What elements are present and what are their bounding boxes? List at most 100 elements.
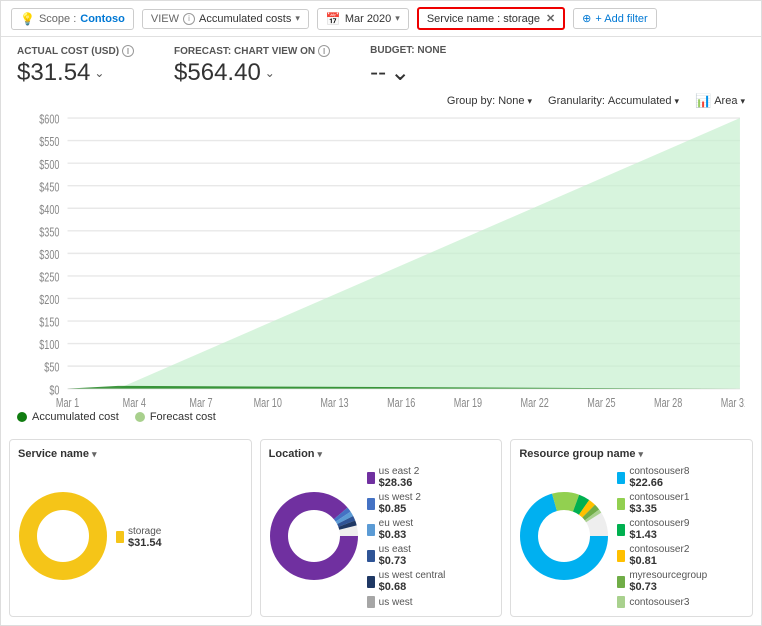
- filter-close-icon[interactable]: ✕: [546, 12, 555, 25]
- accumulated-legend: Accumulated cost: [17, 411, 119, 423]
- date-chevron-icon: ▾: [395, 13, 400, 24]
- svg-text:Mar 22: Mar 22: [521, 397, 549, 407]
- group-by-chevron-icon: ▾: [528, 96, 533, 107]
- view-button[interactable]: VIEW i Accumulated costs ▾: [142, 9, 309, 29]
- service-name-header[interactable]: Service name ▾: [18, 448, 243, 460]
- x-axis: Mar 1 Mar 4 Mar 7 Mar 10 Mar 13 Mar 16 M…: [56, 397, 745, 407]
- add-filter-label: + Add filter: [595, 13, 647, 25]
- view-info-icon[interactable]: i: [183, 13, 195, 25]
- loc-name: us east: [379, 544, 411, 555]
- forecast-legend: Forecast cost: [135, 411, 216, 423]
- rg-color-bar: [617, 472, 625, 484]
- forecast-chevron-icon: ⌄: [265, 66, 275, 80]
- svg-text:Mar 19: Mar 19: [454, 397, 482, 407]
- location-header[interactable]: Location ▾: [269, 448, 494, 460]
- location-chevron-icon: ▾: [318, 449, 323, 460]
- loc-color-bar: [367, 596, 375, 608]
- svg-text:$550: $550: [39, 136, 59, 150]
- svg-text:$400: $400: [39, 204, 59, 218]
- loc-name: us west central: [379, 570, 446, 581]
- service-name-body: storage $31.54: [18, 466, 243, 608]
- resource-group-donut: [519, 491, 609, 584]
- rg-amount: $0.73: [629, 581, 707, 593]
- svg-text:$150: $150: [39, 316, 59, 330]
- loc-color-bar: [367, 498, 375, 510]
- list-item: us west central$0.68: [367, 570, 494, 593]
- svg-text:$350: $350: [39, 226, 59, 240]
- rg-amount: $1.43: [629, 529, 689, 541]
- cost-chart: $600 $550 $500 $450 $400 $350 $300 $250 …: [17, 111, 745, 407]
- loc-amount: $0.73: [379, 555, 411, 567]
- actual-chevron-icon: ⌄: [94, 66, 104, 80]
- location-card: Location ▾: [260, 439, 503, 617]
- granularity-value: Accumulated: [608, 95, 672, 107]
- chart-legend: Accumulated cost Forecast cost: [1, 407, 761, 431]
- forecast-legend-label: Forecast cost: [150, 411, 216, 423]
- service-name-legend: storage $31.54: [116, 526, 243, 549]
- rg-color-bar: [617, 596, 625, 608]
- view-label: VIEW: [151, 13, 179, 25]
- loc-amount: $0.85: [379, 503, 421, 515]
- cards-row: Service name ▾ storage $31.54: [1, 431, 761, 625]
- actual-cost-metric: ACTUAL COST (USD) i $31.54 ⌄: [17, 45, 134, 87]
- group-by-label: Group by:: [447, 95, 495, 107]
- budget-metric: BUDGET: NONE -- ⌄: [370, 45, 446, 87]
- rg-name: contosouser2: [629, 544, 689, 555]
- forecast-metric: FORECAST: CHART VIEW ON i $564.40 ⌄: [174, 45, 330, 87]
- location-donut: [269, 491, 359, 584]
- forecast-label: FORECAST: CHART VIEW ON i: [174, 45, 330, 57]
- actual-info-icon[interactable]: i: [122, 45, 134, 57]
- list-item: us east$0.73: [367, 544, 494, 567]
- forecast-value[interactable]: $564.40 ⌄: [174, 59, 330, 87]
- svg-text:$50: $50: [44, 361, 59, 375]
- rg-color-bar: [617, 550, 625, 562]
- granularity-control[interactable]: Granularity: Accumulated ▾: [548, 95, 679, 107]
- list-item: eu west$0.83: [367, 518, 494, 541]
- svg-text:Mar 4: Mar 4: [123, 397, 146, 407]
- service-color-bar: [116, 531, 124, 543]
- rg-amount: $0.81: [629, 555, 689, 567]
- resource-group-body: contosouser8$22.66 contosouser1$3.35 con…: [519, 466, 744, 608]
- add-filter-icon: ⊕: [582, 12, 591, 25]
- add-filter-button[interactable]: ⊕ + Add filter: [573, 8, 657, 29]
- view-value: Accumulated costs: [199, 13, 291, 25]
- loc-name: eu west: [379, 518, 413, 529]
- forecast-info-icon[interactable]: i: [318, 45, 330, 57]
- group-by-control[interactable]: Group by: None ▾: [447, 95, 532, 107]
- forecast-legend-dot: [135, 412, 145, 422]
- svg-text:Mar 13: Mar 13: [320, 397, 348, 407]
- rg-name: contosouser3: [629, 597, 689, 608]
- svg-text:$450: $450: [39, 181, 59, 195]
- loc-amount: $0.68: [379, 581, 446, 593]
- scope-button[interactable]: 💡 Scope : Contoso: [11, 8, 134, 30]
- area-icon: 📊: [695, 93, 711, 109]
- actual-cost-value[interactable]: $31.54 ⌄: [17, 59, 134, 87]
- svg-text:Mar 1: Mar 1: [56, 397, 79, 407]
- service-name-title: Service name: [18, 448, 89, 460]
- rg-color-bar: [617, 524, 625, 536]
- rg-name: myresourcegroup: [629, 570, 707, 581]
- list-item: myresourcegroup$0.73: [617, 570, 744, 593]
- resource-group-legend: contosouser8$22.66 contosouser1$3.35 con…: [617, 466, 744, 608]
- metrics-row: ACTUAL COST (USD) i $31.54 ⌄ FORECAST: C…: [1, 37, 761, 91]
- resource-group-card: Resource group name ▾: [510, 439, 753, 617]
- group-by-value: None: [498, 95, 524, 107]
- list-item: contosouser9$1.43: [617, 518, 744, 541]
- granularity-chevron-icon: ▾: [675, 96, 680, 107]
- svg-text:$600: $600: [39, 113, 59, 127]
- view-type-value: Area: [714, 95, 737, 107]
- list-item: us west 2$0.85: [367, 492, 494, 515]
- loc-color-bar: [367, 550, 375, 562]
- date-button[interactable]: 📅 Mar 2020 ▾: [317, 8, 409, 30]
- loc-amount: $28.36: [379, 477, 420, 489]
- list-item: contosouser2$0.81: [617, 544, 744, 567]
- view-type-control[interactable]: 📊 Area ▾: [695, 93, 745, 109]
- filter-tag[interactable]: Service name : storage ✕: [417, 7, 565, 30]
- view-chevron-icon: ▾: [295, 13, 300, 24]
- list-item: contosouser3: [617, 596, 744, 608]
- resource-group-header[interactable]: Resource group name ▾: [519, 448, 744, 460]
- service-item-name: storage: [128, 526, 162, 537]
- rg-amount: $22.66: [629, 477, 689, 489]
- list-item: contosouser8$22.66: [617, 466, 744, 489]
- scope-value: Contoso: [80, 13, 125, 25]
